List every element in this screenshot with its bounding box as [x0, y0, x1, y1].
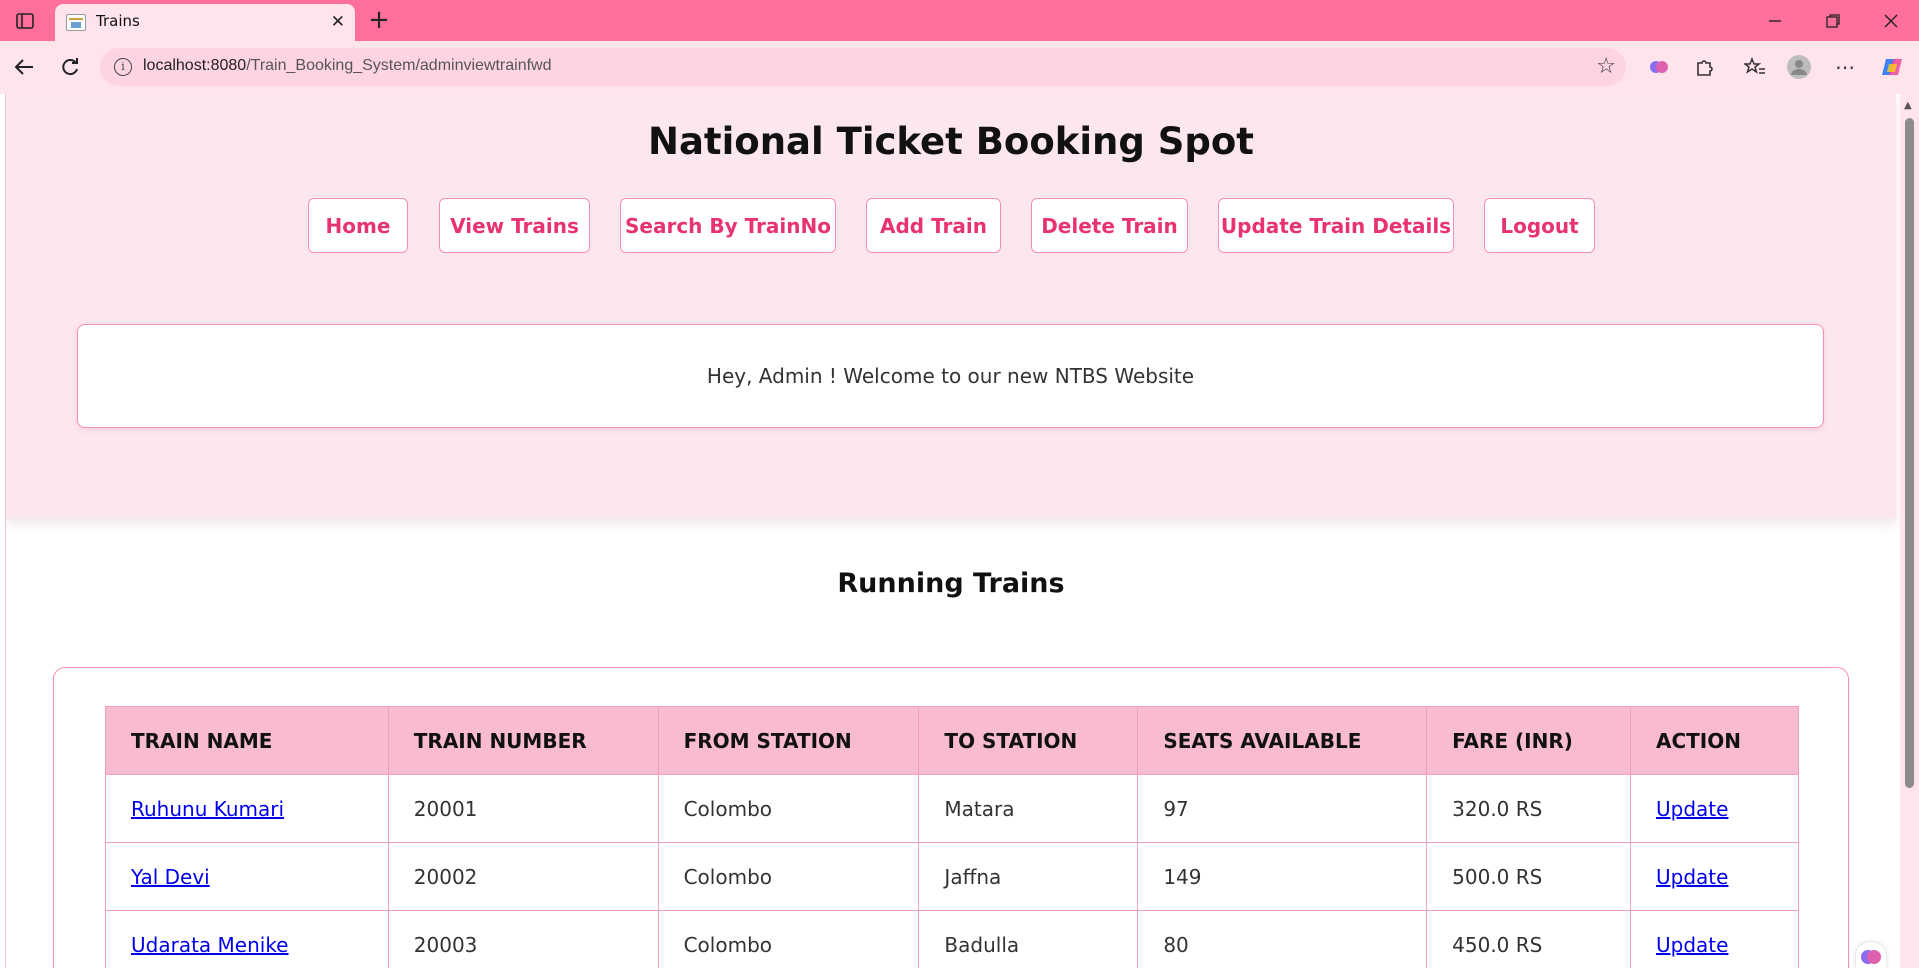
browser-tab[interactable]: Trains ✕: [55, 4, 355, 41]
nav-home-button[interactable]: Home: [308, 198, 408, 253]
profile-avatar-icon[interactable]: [1783, 51, 1815, 83]
fare-cell: 450.0 RS: [1426, 910, 1631, 968]
welcome-banner: Hey, Admin ! Welcome to our new NTBS Web…: [77, 324, 1824, 428]
more-options-icon[interactable]: ⋯: [1829, 51, 1861, 83]
seats-available-cell: 80: [1137, 910, 1428, 968]
train-name-cell: Yal Devi: [105, 842, 389, 911]
col-header-train-name: TRAIN NAME: [105, 706, 389, 775]
action-cell: Update: [1630, 910, 1799, 968]
train-number-cell: 20003: [387, 910, 659, 968]
col-header-action: ACTION: [1630, 706, 1799, 775]
nav-view-trains-button[interactable]: View Trains: [439, 198, 590, 253]
action-cell: Update: [1630, 842, 1799, 911]
nav-logout-button[interactable]: Logout: [1484, 198, 1595, 253]
url-host: localhost:8080: [143, 57, 247, 74]
nav-update-train-details-button[interactable]: Update Train Details: [1218, 198, 1454, 253]
browser-titlebar: Trains ✕ +: [0, 0, 1919, 41]
copilot-icon[interactable]: [1876, 51, 1908, 83]
train-name-link[interactable]: Udarata Menike: [131, 933, 289, 957]
from-station-cell: Colombo: [657, 910, 920, 968]
seats-available-cell: 149: [1137, 842, 1428, 911]
close-window-icon[interactable]: [1868, 0, 1914, 41]
nav-add-train-button[interactable]: Add Train: [866, 198, 1001, 253]
to-station-cell: Matara: [918, 774, 1139, 843]
train-name-link[interactable]: Yal Devi: [131, 865, 210, 889]
header-section: National Ticket Booking Spot Home View T…: [6, 94, 1896, 518]
nav-delete-train-button[interactable]: Delete Train: [1031, 198, 1188, 253]
welcome-message: Hey, Admin ! Welcome to our new NTBS Web…: [706, 364, 1195, 388]
section-title: Running Trains: [837, 568, 1065, 599]
scrollbar-thumb[interactable]: [1905, 118, 1914, 788]
table-row: Udarata Menike 20003 Colombo Badulla 80 …: [105, 910, 1799, 968]
address-bar[interactable]: i localhost:8080/Train_Booking_System/ad…: [100, 48, 1626, 86]
train-number-cell: 20002: [387, 842, 659, 911]
back-arrow-icon[interactable]: [8, 51, 40, 83]
update-link[interactable]: Update: [1656, 933, 1728, 957]
tab-title: Trains: [96, 12, 140, 30]
favorite-star-icon[interactable]: ☆: [1596, 54, 1616, 79]
col-header-train-number: TRAIN NUMBER: [387, 706, 659, 775]
new-tab-icon[interactable]: +: [364, 4, 394, 36]
nav-search-by-trainno-button[interactable]: Search By TrainNo: [620, 198, 836, 253]
train-name-link[interactable]: Ruhunu Kumari: [131, 797, 284, 821]
action-cell: Update: [1630, 774, 1799, 843]
site-info-icon[interactable]: i: [114, 58, 132, 76]
fare-cell: 500.0 RS: [1426, 842, 1631, 911]
col-header-from-station: FROM STATION: [657, 706, 920, 775]
train-name-cell: Ruhunu Kumari: [105, 774, 389, 843]
floating-copilot-icon[interactable]: [1856, 942, 1886, 968]
scroll-up-arrow-icon[interactable]: ▲: [1904, 100, 1912, 111]
fare-cell: 320.0 RS: [1426, 774, 1631, 843]
tab-close-icon[interactable]: ✕: [331, 12, 345, 32]
update-link[interactable]: Update: [1656, 797, 1728, 821]
train-number-cell: 20001: [387, 774, 659, 843]
col-header-fare: FARE (INR): [1426, 706, 1631, 775]
table-row: Ruhunu Kumari 20001 Colombo Matara 97 32…: [105, 774, 1799, 843]
restore-icon[interactable]: [1810, 0, 1856, 41]
page-scrollbar[interactable]: ▲: [1900, 94, 1919, 968]
update-link[interactable]: Update: [1656, 865, 1728, 889]
page-viewport: National Ticket Booking Spot Home View T…: [5, 94, 1900, 968]
minimize-icon[interactable]: [1752, 0, 1798, 41]
site-title: National Ticket Booking Spot: [647, 120, 1254, 163]
col-header-seats-available: SEATS AVAILABLE: [1137, 706, 1428, 775]
url-path: /Train_Booking_System/adminviewtrainfwd: [246, 57, 552, 74]
favorites-icon[interactable]: [1739, 51, 1771, 83]
col-header-to-station: TO STATION: [918, 706, 1139, 775]
tab-favicon-icon: [66, 14, 86, 31]
reload-icon[interactable]: [54, 51, 86, 83]
trains-table: TRAIN NAME TRAIN NUMBER FROM STATION TO …: [105, 706, 1799, 968]
from-station-cell: Colombo: [657, 774, 920, 843]
sidebar-toggle-icon[interactable]: [2, 0, 48, 41]
from-station-cell: Colombo: [657, 842, 920, 911]
table-row: Yal Devi 20002 Colombo Jaffna 149 500.0 …: [105, 842, 1799, 911]
trains-table-card: TRAIN NAME TRAIN NUMBER FROM STATION TO …: [53, 667, 1849, 968]
extensions-icon[interactable]: [1688, 51, 1720, 83]
copilot-brain-icon[interactable]: [1643, 51, 1675, 83]
browser-toolbar: i localhost:8080/Train_Booking_System/ad…: [0, 41, 1919, 94]
seats-available-cell: 97: [1137, 774, 1428, 843]
table-header-row: TRAIN NAME TRAIN NUMBER FROM STATION TO …: [105, 706, 1799, 775]
train-name-cell: Udarata Menike: [105, 910, 389, 968]
to-station-cell: Jaffna: [918, 842, 1139, 911]
to-station-cell: Badulla: [918, 910, 1139, 968]
url-text: localhost:8080/Train_Booking_System/admi…: [143, 57, 552, 75]
